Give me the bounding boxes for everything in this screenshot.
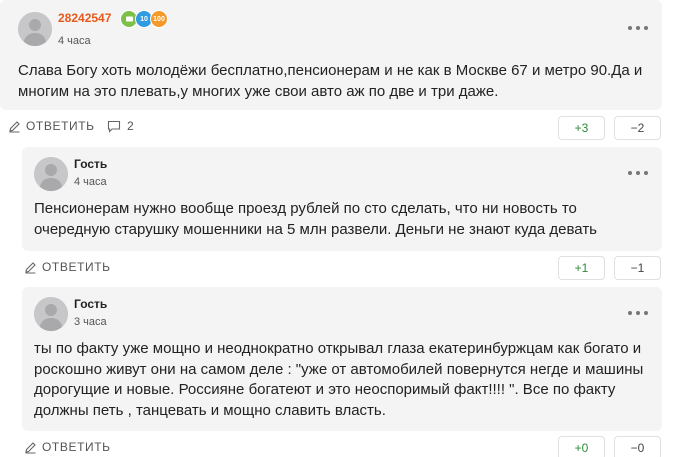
avatar-placeholder-icon [18,12,52,46]
avatar-placeholder-icon [34,157,68,191]
downvote-button[interactable]: −0 [614,436,661,457]
downvote-button[interactable]: −1 [614,256,661,280]
comment-time: 4 часа [58,35,91,47]
badge-orange: 100 [150,10,168,28]
chat-badge-icon [125,16,133,21]
avatar[interactable] [34,297,68,331]
pencil-icon [25,261,36,274]
reply-button[interactable]: ОТВЕТИТЬ [24,440,111,454]
user-badges: 10 100 [120,10,174,28]
reply-label: ОТВЕТИТЬ [26,119,95,133]
pencil-icon [9,120,20,133]
avatar-placeholder-icon [34,297,68,331]
comment-text: Пенсионерам нужно вообще проезд рублей п… [34,200,597,238]
reply-label: ОТВЕТИТЬ [42,260,111,274]
pencil-icon [25,441,36,454]
more-dots-icon[interactable] [628,169,650,177]
reply-button[interactable]: ОТВЕТИТЬ [24,260,111,274]
comment-time: 4 часа [74,176,107,188]
comment-bubble-icon [107,120,121,133]
reply-button[interactable]: ОТВЕТИТЬ [8,119,95,133]
avatar[interactable] [34,157,68,191]
comment-author[interactable]: Гость [74,297,107,311]
replies-count-value: 2 [127,119,134,133]
comment-author[interactable]: 28242547 [58,11,111,25]
downvote-button[interactable]: −2 [614,116,661,140]
comment-text: Слава Богу хоть молодёжи бесплатно,пенси… [18,62,643,100]
replies-count[interactable]: 2 [107,119,134,133]
upvote-button[interactable]: +3 [558,116,605,140]
more-dots-icon[interactable] [628,24,650,32]
more-dots-icon[interactable] [628,309,650,317]
comment-text: ты по факту уже мощно и неоднократно отк… [34,340,644,419]
avatar[interactable] [18,12,52,46]
reply-label: ОТВЕТИТЬ [42,440,111,454]
comment-time: 3 часа [74,316,107,328]
upvote-button[interactable]: +1 [558,256,605,280]
upvote-button[interactable]: +0 [558,436,605,457]
comment-author[interactable]: Гость [74,157,107,171]
